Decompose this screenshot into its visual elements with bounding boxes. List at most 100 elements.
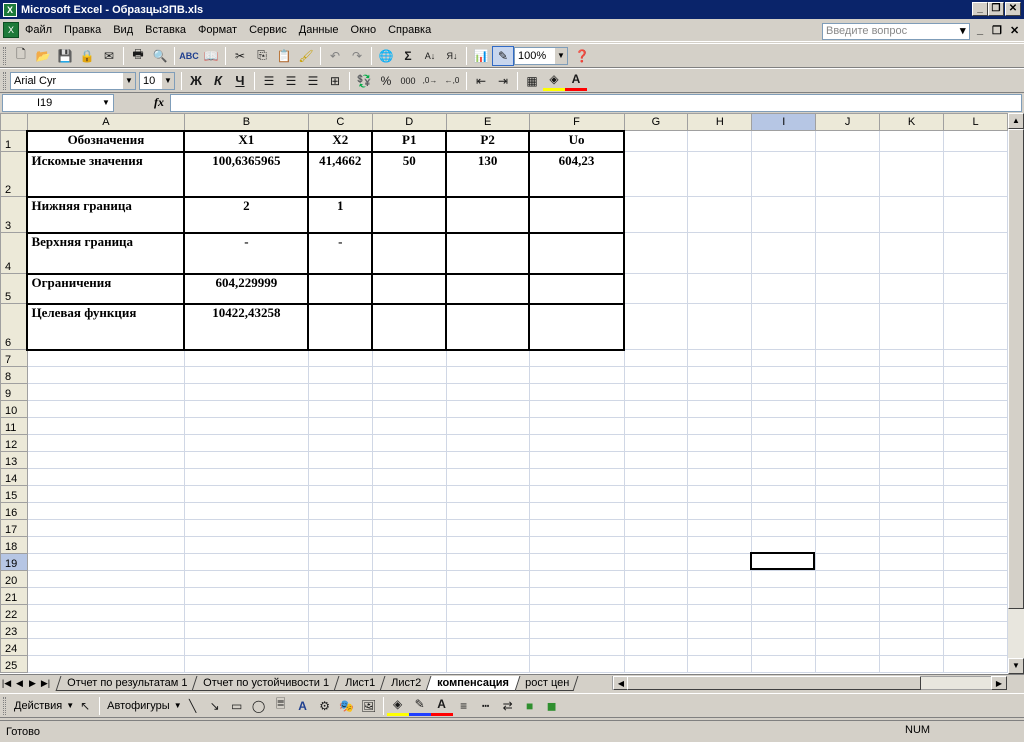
column-header[interactable]: H	[687, 113, 753, 131]
row-header[interactable]: 21	[0, 587, 28, 605]
worksheet-grid[interactable]: A B C D E F G H I J K L 1 Обозначения X1…	[0, 113, 1008, 674]
cell[interactable]	[26, 587, 185, 605]
cell[interactable]	[623, 130, 689, 152]
research-icon[interactable]: 📖	[200, 46, 222, 66]
chart-wizard-icon[interactable]: 📊	[470, 46, 492, 66]
cell[interactable]	[687, 400, 753, 418]
email-icon[interactable]: ✉	[98, 46, 120, 66]
minimize-button[interactable]: _	[972, 2, 988, 16]
doc-close-button[interactable]: ✕	[1010, 24, 1019, 37]
cell[interactable]	[445, 638, 530, 656]
cell[interactable]	[445, 468, 530, 486]
cell[interactable]	[879, 502, 944, 520]
cell[interactable]	[371, 485, 447, 503]
cell[interactable]	[307, 349, 373, 367]
cell[interactable]	[687, 130, 753, 152]
print-preview-icon[interactable]: 🔍	[149, 46, 171, 66]
cell[interactable]	[943, 151, 1008, 197]
vertical-scroll-thumb[interactable]	[1008, 129, 1024, 609]
row-header[interactable]: 11	[0, 417, 28, 435]
cell[interactable]	[815, 349, 881, 367]
cell[interactable]	[26, 485, 185, 503]
name-box[interactable]: I19 ▼	[2, 94, 114, 112]
cell[interactable]	[751, 638, 817, 656]
cell[interactable]	[371, 383, 447, 401]
cell[interactable]	[623, 366, 689, 384]
cell[interactable]	[26, 655, 185, 673]
cell[interactable]	[815, 485, 881, 503]
help-question-input[interactable]: Введите вопрос	[822, 23, 970, 40]
cell[interactable]	[751, 366, 817, 384]
autosum-icon[interactable]: Σ	[397, 46, 419, 66]
table-cell[interactable]: 604,229999	[183, 272, 310, 305]
cell[interactable]	[445, 417, 530, 435]
last-sheet-icon[interactable]: ▶|	[39, 676, 52, 690]
table-cell[interactable]: 100,6365965	[183, 150, 310, 198]
cell[interactable]	[687, 502, 753, 520]
cell[interactable]	[943, 417, 1008, 435]
cell[interactable]	[879, 434, 944, 452]
doc-restore-button[interactable]: ❐	[992, 24, 1002, 37]
table-header-cell[interactable]: Обозначения	[26, 129, 186, 153]
toolbar-grip[interactable]	[3, 46, 6, 65]
cell[interactable]	[183, 638, 309, 656]
cell[interactable]	[879, 383, 944, 401]
chevron-down-icon[interactable]: ▼	[162, 72, 174, 89]
cell[interactable]	[623, 451, 689, 469]
cell[interactable]	[879, 536, 944, 554]
cell[interactable]	[445, 519, 530, 537]
cell[interactable]	[183, 400, 309, 418]
table-header-cell[interactable]: X2	[307, 129, 374, 153]
row-header[interactable]: 15	[0, 485, 28, 503]
cell[interactable]	[528, 638, 625, 656]
cell[interactable]	[687, 366, 753, 384]
table-cell[interactable]: Целевая функция	[26, 302, 186, 351]
cell[interactable]	[371, 570, 447, 588]
cell[interactable]	[687, 485, 753, 503]
cell[interactable]	[371, 366, 447, 384]
cell[interactable]	[528, 349, 625, 367]
cell[interactable]	[815, 502, 881, 520]
cell[interactable]	[943, 366, 1008, 384]
scroll-up-icon[interactable]: ▲	[1008, 113, 1024, 129]
sheet-tab-active[interactable]: компенсация	[425, 675, 521, 691]
cell[interactable]	[943, 536, 1008, 554]
cell[interactable]	[307, 604, 373, 622]
cell[interactable]	[623, 553, 689, 571]
cell[interactable]	[26, 349, 185, 367]
row-header[interactable]: 20	[0, 570, 28, 588]
table-cell[interactable]: -	[307, 231, 374, 275]
cell[interactable]	[26, 638, 185, 656]
decrease-decimal-icon[interactable]: ←,0	[441, 71, 463, 91]
cell[interactable]	[183, 587, 309, 605]
cell[interactable]	[183, 349, 309, 367]
cell[interactable]	[943, 130, 1008, 152]
chevron-down-icon[interactable]: ▼	[123, 72, 135, 89]
cell[interactable]	[445, 655, 530, 673]
cell[interactable]	[815, 519, 881, 537]
cell[interactable]	[687, 383, 753, 401]
row-header[interactable]: 5	[0, 273, 28, 304]
cell[interactable]	[815, 468, 881, 486]
cell[interactable]	[815, 366, 881, 384]
cell[interactable]	[528, 553, 625, 571]
cell[interactable]	[879, 485, 944, 503]
cell[interactable]	[371, 536, 447, 554]
cell[interactable]	[751, 434, 817, 452]
hyperlink-icon[interactable]: 🌐	[375, 46, 397, 66]
cell[interactable]	[751, 621, 817, 639]
cell[interactable]	[528, 468, 625, 486]
cell[interactable]	[943, 587, 1008, 605]
percent-icon[interactable]: %	[375, 71, 397, 91]
row-header[interactable]: 10	[0, 400, 28, 418]
cell[interactable]	[307, 553, 373, 571]
vertical-scrollbar[interactable]: ▲ ▼	[1008, 113, 1024, 674]
cell[interactable]	[445, 485, 530, 503]
cell[interactable]	[943, 570, 1008, 588]
italic-button[interactable]: К	[207, 71, 229, 91]
cell[interactable]	[528, 655, 625, 673]
cell[interactable]	[445, 451, 530, 469]
cell[interactable]	[307, 621, 373, 639]
thousands-icon[interactable]: 000	[397, 71, 419, 91]
cell[interactable]	[26, 536, 185, 554]
